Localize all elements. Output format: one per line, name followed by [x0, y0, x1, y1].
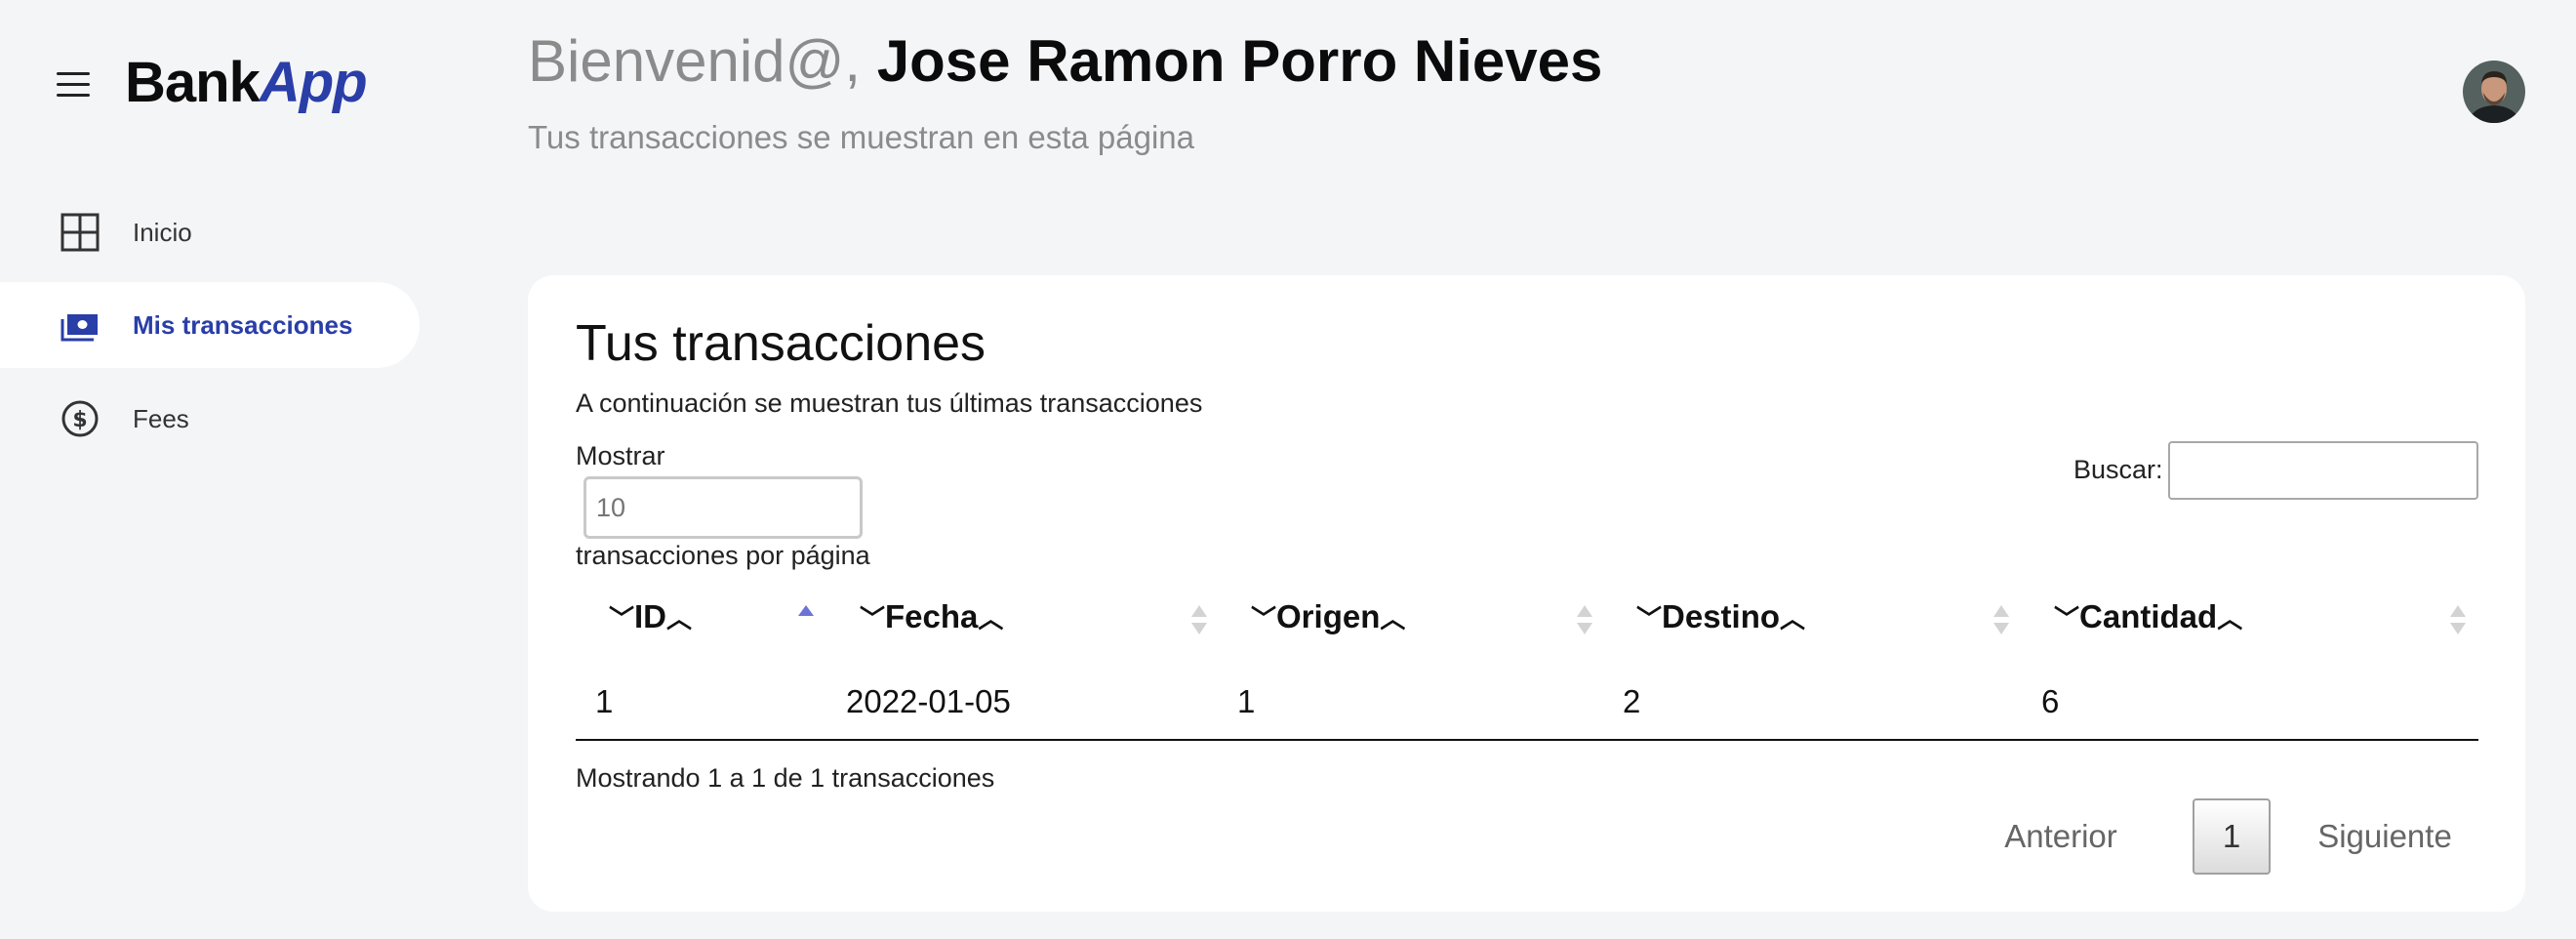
avatar[interactable] — [2463, 61, 2525, 123]
sidebar-item-label: Mis transacciones — [133, 309, 353, 340]
column-header-cantidad[interactable]: ﹀ Cantidad ︿ — [2054, 595, 2242, 638]
logo-app: App — [259, 51, 368, 114]
user-name: Jose Ramon Porro Nieves — [876, 28, 1603, 94]
search-input[interactable] — [2168, 441, 2478, 500]
page-title: Bienvenid@, Jose Ramon Porro Nieves — [528, 27, 1602, 96]
table-cell-fecha: 2022-01-05 — [846, 683, 1011, 719]
app-logo[interactable]: BankApp — [125, 49, 368, 117]
next-page-button[interactable]: Siguiente — [2306, 798, 2464, 875]
card-title: Tus transacciones — [576, 315, 986, 372]
card-subtitle: A continuación se muestran tus últimas t… — [576, 388, 1203, 418]
cash-icon — [60, 314, 98, 342]
table-cell-id: 1 — [595, 683, 614, 719]
sidebar-item-mis-transacciones[interactable]: Mis transacciones — [0, 282, 420, 368]
transactions-card: Tus transacciones A continuación se mues… — [528, 275, 2525, 912]
search-label: Buscar: — [2073, 455, 2163, 484]
chevron-up-icon: ︿ — [666, 603, 693, 633]
page-subtitle: Tus transacciones se muestran en esta pá… — [528, 119, 1194, 155]
chevron-down-icon: ﹀ — [609, 603, 635, 633]
show-suffix-label: transacciones por página — [576, 541, 870, 570]
table-info: Mostrando 1 a 1 de 1 transacciones — [576, 763, 995, 793]
page-length-input[interactable] — [584, 476, 863, 539]
table-cell-destino: 2 — [1623, 683, 1641, 719]
column-label: Destino — [1662, 598, 1781, 634]
user-avatar-icon — [2463, 61, 2525, 123]
table-cell-cantidad: 6 — [2041, 683, 2060, 719]
grid-icon — [60, 213, 100, 252]
chevron-down-icon: ﹀ — [860, 603, 886, 633]
column-header-fecha[interactable]: ﹀ Fecha ︿ — [860, 595, 1003, 638]
chevron-up-icon: ︿ — [1380, 603, 1406, 633]
sort-icon[interactable] — [2449, 603, 2467, 636]
page-button-current[interactable]: 1 — [2193, 798, 2271, 875]
sort-icon[interactable] — [1576, 603, 1593, 636]
menu-icon[interactable] — [57, 72, 90, 98]
chevron-up-icon: ︿ — [978, 603, 1004, 633]
prev-page-button[interactable]: Anterior — [1992, 798, 2130, 875]
svg-text:$: $ — [72, 408, 87, 432]
chevron-down-icon: ﹀ — [1636, 603, 1663, 633]
column-header-destino[interactable]: ﹀ Destino ︿ — [1636, 595, 1805, 638]
chevron-up-icon: ︿ — [1780, 603, 1806, 633]
chevron-down-icon: ﹀ — [2054, 603, 2080, 633]
sidebar-item-fees[interactable]: $ Fees — [0, 376, 420, 462]
column-label: Fecha — [885, 598, 979, 634]
show-label: Mostrar — [576, 441, 665, 470]
table-cell-origen: 1 — [1237, 683, 1256, 719]
chevron-down-icon: ﹀ — [1251, 603, 1277, 633]
dollar-circle-icon: $ — [61, 400, 99, 437]
column-label: ID — [634, 598, 667, 634]
column-label: Origen — [1276, 598, 1381, 634]
sort-icon[interactable] — [1992, 603, 2010, 636]
column-label: Cantidad — [2079, 598, 2218, 634]
column-header-origen[interactable]: ﹀ Origen ︿ — [1251, 595, 1405, 638]
column-header-id[interactable]: ﹀ ID ︿ — [609, 595, 692, 638]
sidebar-item-label: Inicio — [133, 217, 192, 247]
chevron-up-icon: ︿ — [2217, 603, 2243, 633]
table-divider — [576, 739, 2478, 741]
sort-asc-icon[interactable] — [797, 603, 815, 636]
greeting-prefix: Bienvenid@, — [528, 28, 862, 94]
sidebar: BankApp Inicio Mis transacciones $ Fees — [0, 0, 429, 939]
sort-icon[interactable] — [1190, 603, 1208, 636]
logo-bank: Bank — [125, 51, 261, 114]
sidebar-item-inicio[interactable]: Inicio — [0, 189, 420, 275]
sidebar-item-label: Fees — [133, 403, 189, 433]
